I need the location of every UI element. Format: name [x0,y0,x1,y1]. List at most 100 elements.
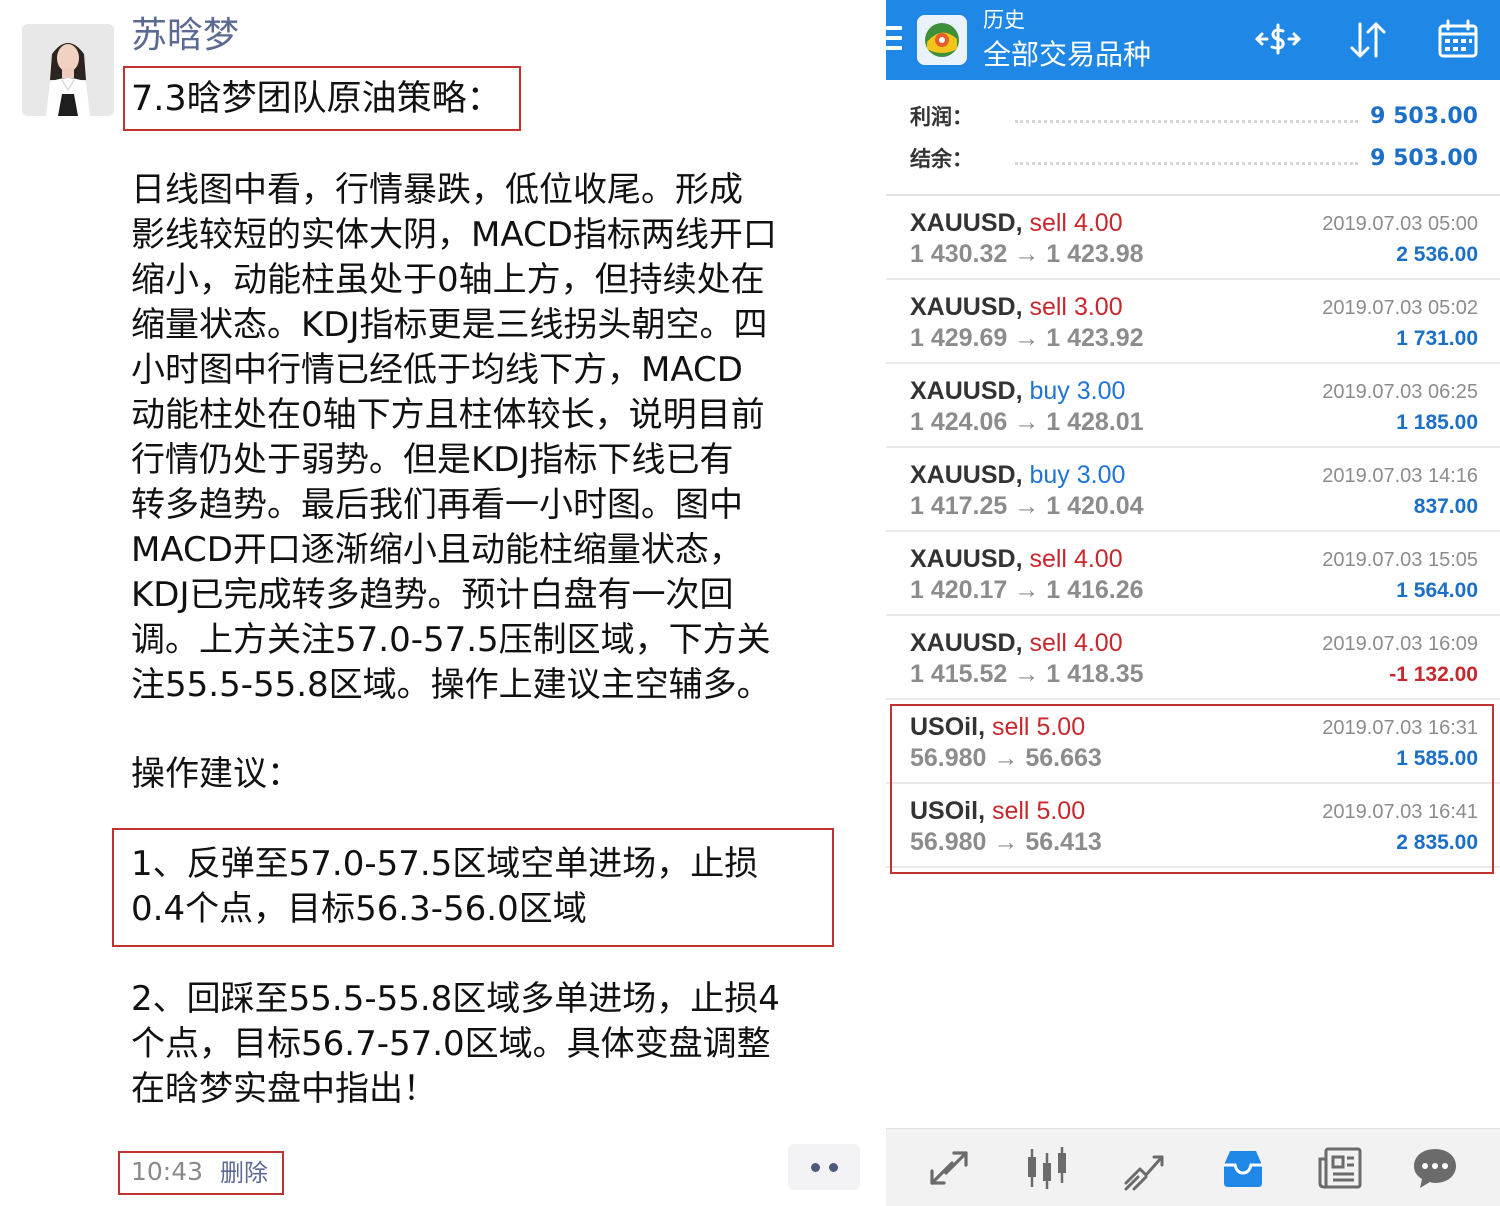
trade-row[interactable]: USOil, sell 5.00 56.980 → 56.413 2019.07.0… [886,784,1500,868]
suggestion-line: 2、回踩至55.5-55.8区域多单进场，止损4 [131,979,780,1019]
trade-symbol-line: XAUUSD, sell 4.00 [910,206,1123,240]
chart-icon[interactable] [1022,1143,1072,1193]
trade-prices: 1 430.32 → 1 423.98 [910,237,1144,271]
news-icon[interactable] [1316,1143,1366,1193]
exchange-icon[interactable] [1254,16,1302,64]
trade-side: sell [991,713,1030,741]
trade-symbol-line: XAUUSD, buy 3.00 [910,374,1125,408]
trade-row[interactable]: USOil, sell 5.00 56.980 → 56.663 2019.07.0… [886,700,1500,784]
trade-symbol-line: XAUUSD, sell 4.00 [910,542,1123,576]
username[interactable]: 苏晗梦 [131,12,239,60]
trade-side: buy [1029,377,1070,405]
balance-label: 结余： [910,147,973,171]
trade-symbol: XAUUSD, [910,377,1023,405]
trade-side: sell [1029,629,1067,657]
arrow-icon: → [1014,324,1040,352]
avatar[interactable] [22,24,114,116]
trade-volume: 4.00 [1073,209,1123,237]
menu-icon[interactable] [886,26,902,52]
close-price: 1 420.04 [1046,492,1144,520]
calendar-icon[interactable] [1434,16,1482,64]
trade-time: 2019.07.03 05:02 [1322,297,1478,319]
trade-prices: 56.980 → 56.663 [910,741,1102,775]
trade-volume: 3.00 [1076,461,1126,489]
open-price: 56.980 [910,828,987,856]
paragraph-line: 小时图中行情已经低于均线下方，MACD [131,350,743,390]
post-time: 10:43 [131,1157,204,1186]
ops-label: 操作建议： [131,754,301,794]
more-button[interactable] [788,1144,860,1190]
trade-symbol-line: USOil, sell 5.00 [910,710,1085,744]
arrow-icon: → [1014,492,1040,520]
open-price: 1 429.69 [910,324,1008,352]
trade-volume: 3.00 [1073,293,1123,321]
bottom-nav [886,1128,1500,1206]
paragraph-line: 转多趋势。最后我们再看一小时图。图中 [131,485,743,525]
balance-row: 结余： 9 503.00 [910,142,1478,176]
paragraph-line: 日线图中看，行情暴跌，低位收尾。形成 [131,170,743,210]
arrow-icon: → [1014,576,1040,604]
trade-time: 2019.07.03 06:25 [1322,381,1478,403]
trade-side: sell [1029,209,1067,237]
close-price: 1 428.01 [1046,408,1144,436]
arrow-icon: → [993,744,1019,772]
trade-row[interactable]: XAUUSD, buy 3.00 1 417.25 → 1 420.04 2019.… [886,448,1500,532]
analysis-paragraph: 日线图中看，行情暴跌，低位收尾。形成 影线较短的实体大阴，MACD指标两线开口 … [131,168,866,708]
sort-icon[interactable] [1344,16,1392,64]
suggestion-2: 2、回踩至55.5-55.8区域多单进场，止损4 个点，目标56.7-57.0区… [131,977,780,1112]
trade-time: 2019.07.03 16:09 [1322,633,1478,655]
trade-time: 2019.07.03 16:41 [1322,801,1478,823]
paragraph-line: 缩小，动能柱虽处于0轴上方，但持续处在 [131,260,765,300]
trade-symbol-line: USOil, sell 5.00 [910,794,1085,828]
open-price: 1 415.52 [910,660,1008,688]
open-price: 56.980 [910,744,987,772]
trade-symbol-line: XAUUSD, sell 4.00 [910,626,1123,660]
paragraph-line: 注55.5-55.8区域。操作上建议主空辅多。 [131,665,771,705]
app-header: 历史 全部交易品种 [886,0,1500,80]
trade-profit: -1 132.00 [1389,663,1478,686]
suggestion-line: 个点，目标56.7-57.0区域。具体变盘调整 [131,1024,771,1064]
app-logo-icon [917,15,967,65]
trade-volume: 3.00 [1076,377,1126,405]
trade-profit: 1 185.00 [1396,411,1478,434]
trade-row[interactable]: XAUUSD, sell 4.00 1 415.52 → 1 418.35 2019… [886,616,1500,700]
profit-value: 9 503.00 [1370,104,1478,129]
suggestion-line: 1、反弹至57.0-57.5区域空单进场，止损 [131,844,759,884]
open-price: 1 420.17 [910,576,1008,604]
trade-row[interactable]: XAUUSD, sell 4.00 1 430.32 → 1 423.98 2019… [886,196,1500,280]
trade-profit: 1 585.00 [1396,747,1478,770]
arrow-icon: → [993,828,1019,856]
trade-prices: 1 420.17 → 1 416.26 [910,573,1144,607]
delete-link[interactable]: 删除 [220,1157,268,1189]
header-subtitle[interactable]: 全部交易品种 [983,36,1151,74]
arrow-icon: → [1014,408,1040,436]
trade-history-list: XAUUSD, sell 4.00 1 430.32 → 1 423.98 2019… [886,196,1500,868]
trade-symbol: XAUUSD, [910,629,1023,657]
post-title: 7.3晗梦团队原油策略： [131,79,502,119]
open-price: 1 424.06 [910,408,1008,436]
dot-icon [828,1162,838,1172]
profit-label: 利润： [910,105,973,129]
history-icon[interactable] [1218,1143,1268,1193]
trade-row[interactable]: XAUUSD, sell 4.00 1 420.17 → 1 416.26 2019… [886,532,1500,616]
trade-icon[interactable] [1120,1143,1170,1193]
balance-value: 9 503.00 [1370,146,1478,171]
trade-row[interactable]: XAUUSD, sell 3.00 1 429.69 → 1 423.92 2019… [886,280,1500,364]
trade-time: 2019.07.03 15:05 [1322,549,1478,571]
suggestion-1: 1、反弹至57.0-57.5区域空单进场，止损 0.4个点，目标56.3-56.… [131,842,758,932]
paragraph-line: 影线较短的实体大阴，MACD指标两线开口 [131,215,777,255]
trade-volume: 4.00 [1073,545,1123,573]
trade-profit: 2 536.00 [1396,243,1478,266]
header-title: 历史 [983,8,1025,32]
paragraph-line: 动能柱处在0轴下方且柱体较长，说明目前 [131,395,765,435]
close-price: 1 423.92 [1046,324,1144,352]
trade-prices: 56.980 → 56.413 [910,825,1102,859]
paragraph-line: 调。上方关注57.0-57.5压制区域，下方关 [131,620,771,660]
quotes-icon[interactable] [924,1143,974,1193]
chat-icon[interactable] [1410,1143,1460,1193]
suggestion-line: 0.4个点，目标56.3-56.0区域 [131,889,587,929]
trade-symbol: XAUUSD, [910,209,1023,237]
trade-row[interactable]: XAUUSD, buy 3.00 1 424.06 → 1 428.01 2019.… [886,364,1500,448]
trade-time: 2019.07.03 14:16 [1322,465,1478,487]
paragraph-line: KDJ已完成转多趋势。预计白盘有一次回 [131,575,734,615]
